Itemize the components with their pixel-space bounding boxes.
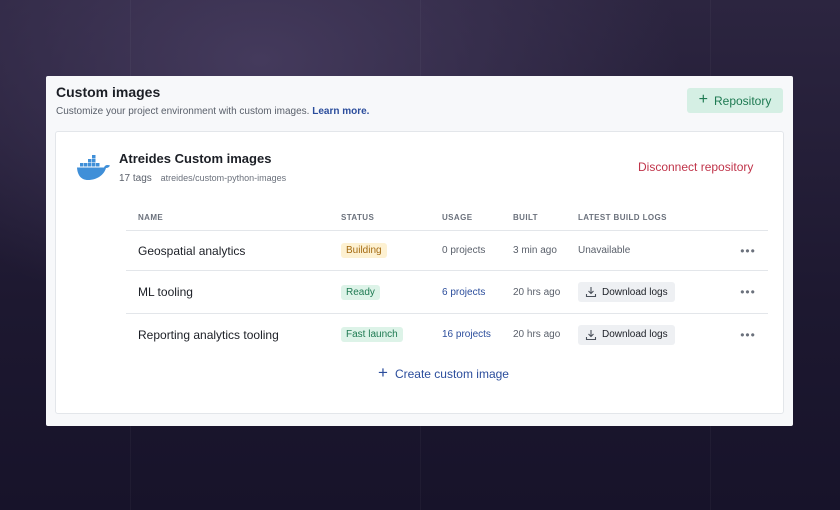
table-row: ML tooling Ready 6 projects 20 hrs ago D… [126, 270, 768, 314]
page-title: Custom images [56, 84, 161, 100]
download-logs-button[interactable]: Download logs [578, 324, 675, 345]
repository-tags: 17 tags [119, 173, 152, 184]
column-header-built: BUILT [513, 204, 578, 231]
download-logs-label: Download logs [602, 329, 668, 340]
repository-name: Atreides Custom images [119, 151, 272, 166]
plus-icon: + [698, 91, 708, 108]
status-cell: Building [341, 230, 442, 271]
disconnect-repository-button[interactable]: Disconnect repository [638, 160, 753, 174]
column-header-status: STATUS [341, 204, 442, 231]
usage-cell: 16 projects [442, 314, 513, 356]
built-time: 20 hrs ago [513, 270, 578, 314]
column-header-name: NAME [126, 204, 341, 231]
status-badge: Building [341, 243, 387, 258]
status-cell: Ready [341, 270, 442, 314]
page-subtitle-text: Customize your project environment with … [56, 106, 310, 117]
usage-cell: 6 projects [442, 270, 513, 314]
download-icon [585, 287, 597, 298]
create-custom-image-button[interactable]: + Create custom image [378, 363, 509, 382]
page-subtitle: Customize your project environment with … [56, 106, 369, 117]
logs-unavailable: Unavailable [578, 230, 728, 271]
image-name: Geospatial analytics [126, 230, 341, 271]
add-repository-label: Repository [713, 93, 772, 108]
table-header-row: NAME STATUS USAGE BUILT LATEST BUILD LOG… [126, 204, 768, 231]
repository-meta: 17 tags atreides/custom-python-images [119, 173, 286, 184]
usage-link[interactable]: 16 projects [442, 329, 491, 340]
column-header-actions [728, 204, 768, 231]
download-logs-label: Download logs [602, 286, 668, 298]
learn-more-link[interactable]: Learn more. [312, 106, 369, 117]
download-icon [585, 329, 597, 340]
built-time: 20 hrs ago [513, 329, 561, 340]
images-table: NAME STATUS USAGE BUILT LATEST BUILD LOG… [126, 204, 768, 355]
download-logs-button[interactable]: Download logs [578, 282, 675, 302]
plus-icon: + [378, 363, 388, 382]
create-custom-image-label: Create custom image [394, 366, 509, 381]
more-options-icon[interactable]: ••• [728, 314, 768, 356]
table-row: Geospatial analytics Building 0 projects… [126, 230, 768, 271]
status-badge: Ready [341, 284, 380, 300]
docker-whale-icon [77, 155, 110, 180]
image-name: ML tooling [126, 270, 341, 314]
usage-link[interactable]: 6 projects [442, 287, 485, 298]
table-row: Reporting analytics tooling Fast launch … [126, 314, 768, 356]
repository-path: atreides/custom-python-images [160, 173, 287, 183]
built-time: 3 min ago [513, 230, 578, 271]
more-options-icon[interactable]: ••• [728, 270, 768, 314]
custom-images-panel: Custom images Customize your project env… [46, 76, 793, 426]
logs-cell: Download logs [578, 270, 728, 314]
usage-text: 0 projects [442, 230, 513, 271]
status-cell: Fast launch [341, 314, 442, 356]
column-header-logs: LATEST BUILD LOGS [578, 204, 728, 231]
column-header-usage: USAGE [442, 204, 513, 231]
more-options-icon[interactable]: ••• [728, 230, 768, 271]
image-name: Reporting analytics tooling [138, 327, 279, 342]
repository-card: Atreides Custom images 17 tags atreides/… [55, 131, 784, 414]
logs-cell: Download logs [578, 314, 728, 356]
status-badge: Fast launch [341, 327, 403, 342]
add-repository-button[interactable]: + Repository [687, 88, 783, 113]
